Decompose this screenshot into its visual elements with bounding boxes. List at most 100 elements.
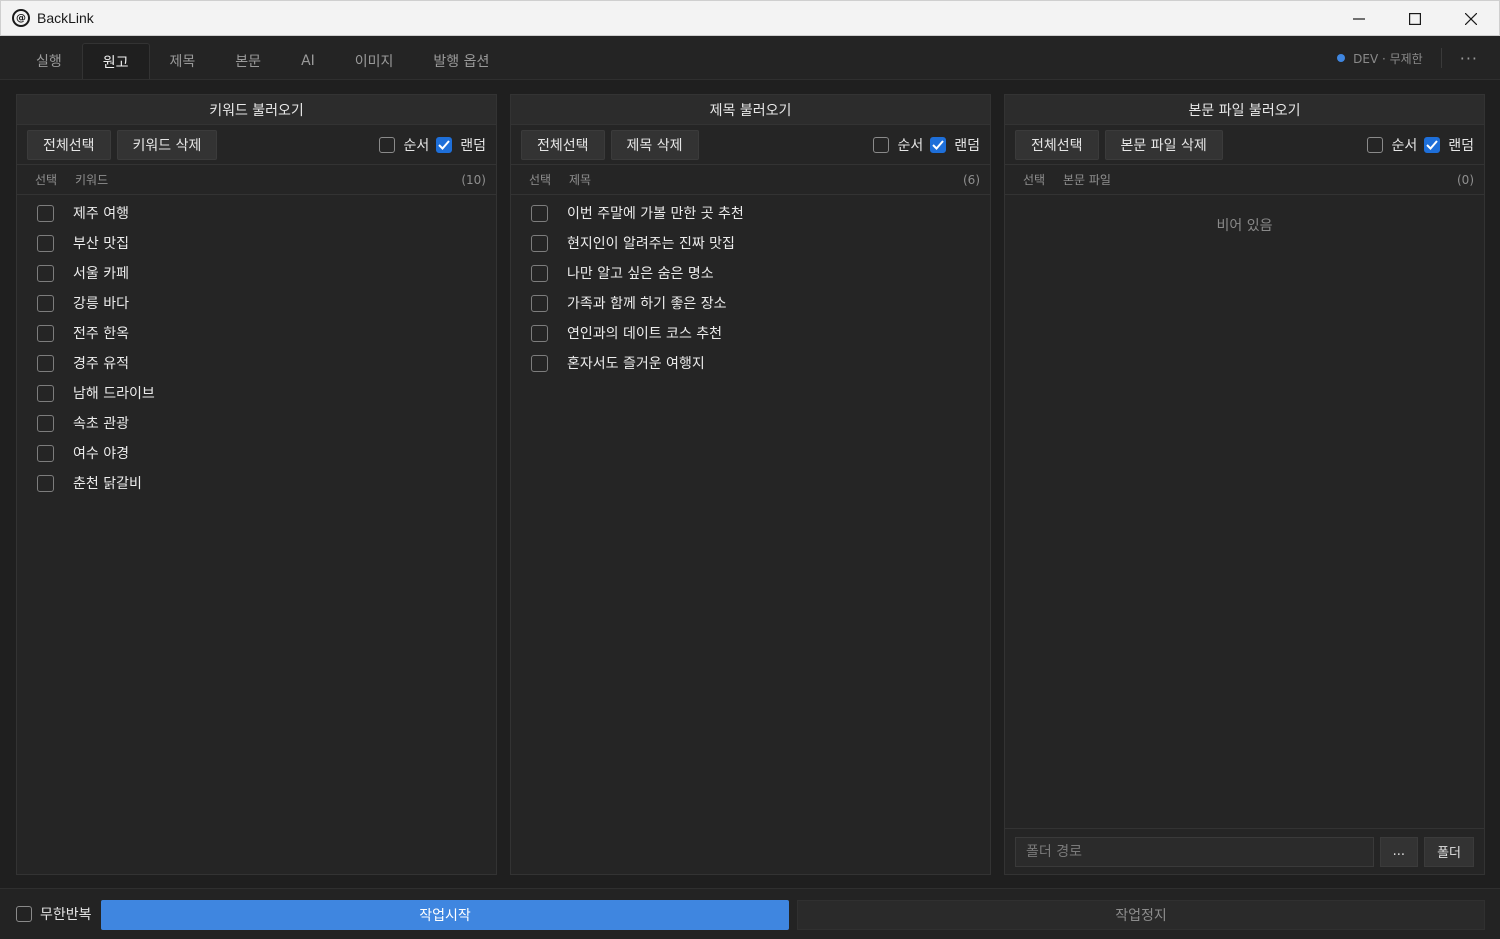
row-checkbox[interactable] (531, 234, 548, 252)
tab-ai[interactable]: AI (281, 43, 335, 79)
more-options-icon[interactable]: ··· (1460, 49, 1478, 68)
random-label: 랜덤 (1448, 137, 1474, 154)
col-select: 선택 (529, 173, 552, 187)
list-item[interactable]: 여수 야경 (17, 438, 496, 468)
row-checkbox[interactable] (531, 294, 548, 312)
folder-bar: ... 폴더 (1005, 828, 1484, 874)
list-item[interactable]: 부산 맛집 (17, 228, 496, 258)
list-item[interactable]: 강릉 바다 (17, 288, 496, 318)
list-item-label: 부산 맛집 (73, 236, 129, 252)
tab-manuscript[interactable]: 원고 (81, 43, 150, 79)
select-all-button[interactable]: 전체선택 (1015, 129, 1099, 160)
list-item[interactable]: 춘천 닭갈비 (17, 468, 496, 498)
tab-body[interactable]: 본문 (215, 43, 281, 79)
row-checkbox[interactable] (37, 264, 54, 282)
row-checkbox[interactable] (37, 234, 54, 252)
list-item-label: 연인과의 데이트 코스 추천 (567, 326, 723, 342)
check-icon (1426, 139, 1438, 150)
order-options: 순서 랜덤 (1367, 135, 1474, 155)
list-item[interactable]: 남해 드라이브 (17, 378, 496, 408)
list-item[interactable]: 이번 주말에 가볼 만한 곳 추천 (511, 198, 990, 228)
select-all-button[interactable]: 전체선택 (521, 129, 605, 160)
maximize-icon (1409, 12, 1421, 25)
row-checkbox[interactable] (37, 444, 54, 462)
maximize-button[interactable] (1387, 1, 1443, 36)
list-item[interactable]: 현지인이 알려주는 진짜 맛집 (511, 228, 990, 258)
list-item[interactable]: 속초 관광 (17, 408, 496, 438)
list-item-label: 나만 알고 싶은 숨은 명소 (567, 266, 714, 282)
random-label: 랜덤 (954, 137, 980, 154)
row-checkbox[interactable] (531, 264, 548, 282)
row-checkbox[interactable] (37, 204, 54, 222)
row-checkbox[interactable] (531, 354, 548, 372)
col-select: 선택 (35, 173, 58, 187)
app-title: BackLink (37, 10, 94, 26)
row-checkbox[interactable] (37, 384, 54, 402)
check-icon (438, 139, 450, 150)
row-checkbox[interactable] (531, 324, 548, 342)
order-checkbox[interactable] (1367, 136, 1384, 153)
keyword-list: 제주 여행 부산 맛집 서울 카페 강릉 바다 전주 한옥 경주 유적 남해 드… (17, 195, 496, 498)
list-item[interactable]: 서울 카페 (17, 258, 496, 288)
stop-button[interactable]: 작업정지 (797, 900, 1485, 930)
order-checkbox[interactable] (873, 136, 890, 153)
list-item-label: 속초 관광 (73, 416, 129, 432)
row-checkbox[interactable] (37, 354, 54, 372)
minimize-icon (1353, 17, 1365, 20)
list-item[interactable]: 연인과의 데이트 코스 추천 (511, 318, 990, 348)
col-title: 제목 (569, 173, 592, 187)
tab-publish-options[interactable]: 발행 옵션 (413, 43, 509, 79)
list-item-label: 강릉 바다 (73, 296, 129, 312)
list-item[interactable]: 가족과 함께 하기 좋은 장소 (511, 288, 990, 318)
item-count: (6) (963, 172, 980, 187)
close-button[interactable] (1443, 1, 1499, 36)
list-item-label: 춘천 닭갈비 (73, 476, 142, 492)
folder-path-input[interactable] (1015, 836, 1374, 867)
tab-image[interactable]: 이미지 (335, 43, 414, 79)
panel-title: 키워드 불러오기 (17, 95, 496, 125)
row-checkbox[interactable] (37, 324, 54, 342)
random-checkbox[interactable] (436, 136, 453, 153)
status-area: DEV · 무제한 ··· (1337, 36, 1478, 80)
random-checkbox[interactable] (1424, 136, 1441, 153)
tab-bar: 실행 원고 제목 본문 AI 이미지 발행 옵션 DEV · 무제한 ··· (0, 36, 1500, 80)
item-count: (10) (461, 172, 486, 187)
browse-button[interactable]: ... (1379, 836, 1419, 867)
delete-keyword-button[interactable]: 키워드 삭제 (116, 129, 218, 160)
order-checkbox[interactable] (379, 136, 396, 153)
tab-run[interactable]: 실행 (16, 43, 82, 79)
row-checkbox[interactable] (37, 414, 54, 432)
row-checkbox[interactable] (37, 474, 54, 492)
delete-title-button[interactable]: 제목 삭제 (610, 129, 699, 160)
list-item[interactable]: 전주 한옥 (17, 318, 496, 348)
list-item-label: 혼자서도 즐거운 여행지 (567, 356, 705, 372)
folder-button[interactable]: 폴더 (1424, 836, 1474, 867)
row-checkbox[interactable] (531, 204, 548, 222)
random-checkbox[interactable] (930, 136, 947, 153)
col-keyword: 키워드 (75, 173, 109, 187)
list-item-label: 남해 드라이브 (73, 386, 155, 402)
list-item-label: 현지인이 알려주는 진짜 맛집 (567, 236, 735, 252)
select-all-button[interactable]: 전체선택 (27, 129, 111, 160)
order-options: 순서 랜덤 (873, 135, 980, 155)
title-list: 이번 주말에 가볼 만한 곳 추천 현지인이 알려주는 진짜 맛집 나만 알고 … (511, 195, 990, 378)
backlink-logo-icon: @ (12, 9, 30, 27)
order-label: 순서 (897, 137, 924, 154)
panel-title: 제목 불러오기 (511, 95, 990, 125)
list-item[interactable]: 나만 알고 싶은 숨은 명소 (511, 258, 990, 288)
tab-title[interactable]: 제목 (150, 43, 216, 79)
order-label: 순서 (1391, 137, 1418, 154)
minimize-button[interactable] (1331, 1, 1387, 36)
list-item-label: 이번 주말에 가볼 만한 곳 추천 (567, 206, 744, 222)
title-bar: @ BackLink (0, 0, 1500, 36)
infinite-loop-label: 무한반복 (40, 907, 92, 923)
row-checkbox[interactable] (37, 294, 54, 312)
list-item[interactable]: 경주 유적 (17, 348, 496, 378)
list-item[interactable]: 혼자서도 즐거운 여행지 (511, 348, 990, 378)
list-item[interactable]: 제주 여행 (17, 198, 496, 228)
delete-body-file-button[interactable]: 본문 파일 삭제 (1104, 129, 1223, 160)
infinite-loop-checkbox[interactable] (16, 906, 32, 922)
status-dot-icon (1337, 54, 1346, 62)
title-panel: 제목 불러오기 전체선택 제목 삭제 순서 랜덤 선택 제목 (6) 이번 주말… (510, 94, 991, 875)
start-button[interactable]: 작업시작 (101, 900, 789, 930)
